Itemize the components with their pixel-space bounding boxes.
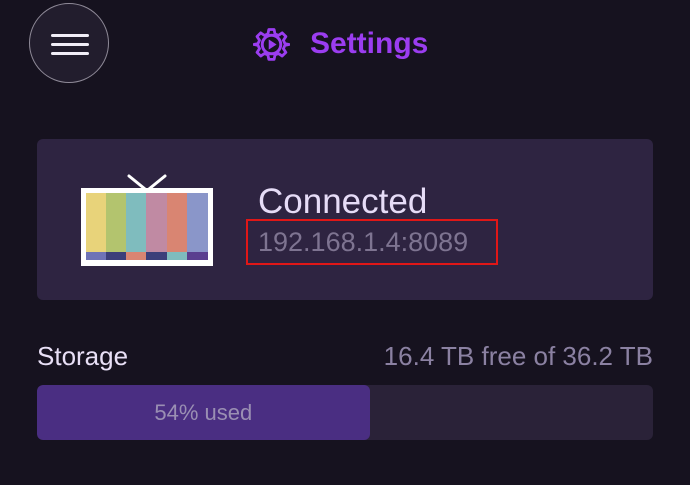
page-title: Settings (310, 27, 429, 60)
menu-button[interactable] (29, 3, 109, 83)
settings-screen: Settings Connected 192.168.1.4:8089 Stor… (0, 0, 690, 485)
connection-card[interactable]: Connected 192.168.1.4:8089 (37, 139, 653, 300)
storage-progress-bar: 54% used (37, 385, 653, 440)
header: Settings (253, 24, 428, 64)
storage-used-label: 54% used (154, 400, 253, 425)
tv-color-bars-icon (81, 174, 213, 266)
storage-label: Storage (37, 341, 129, 371)
storage-summary: 16.4 TB free of 36.2 TB (383, 341, 653, 371)
server-address: 192.168.1.4:8089 (258, 227, 469, 257)
gear-play-icon (253, 27, 290, 61)
connection-status: Connected (258, 182, 428, 221)
